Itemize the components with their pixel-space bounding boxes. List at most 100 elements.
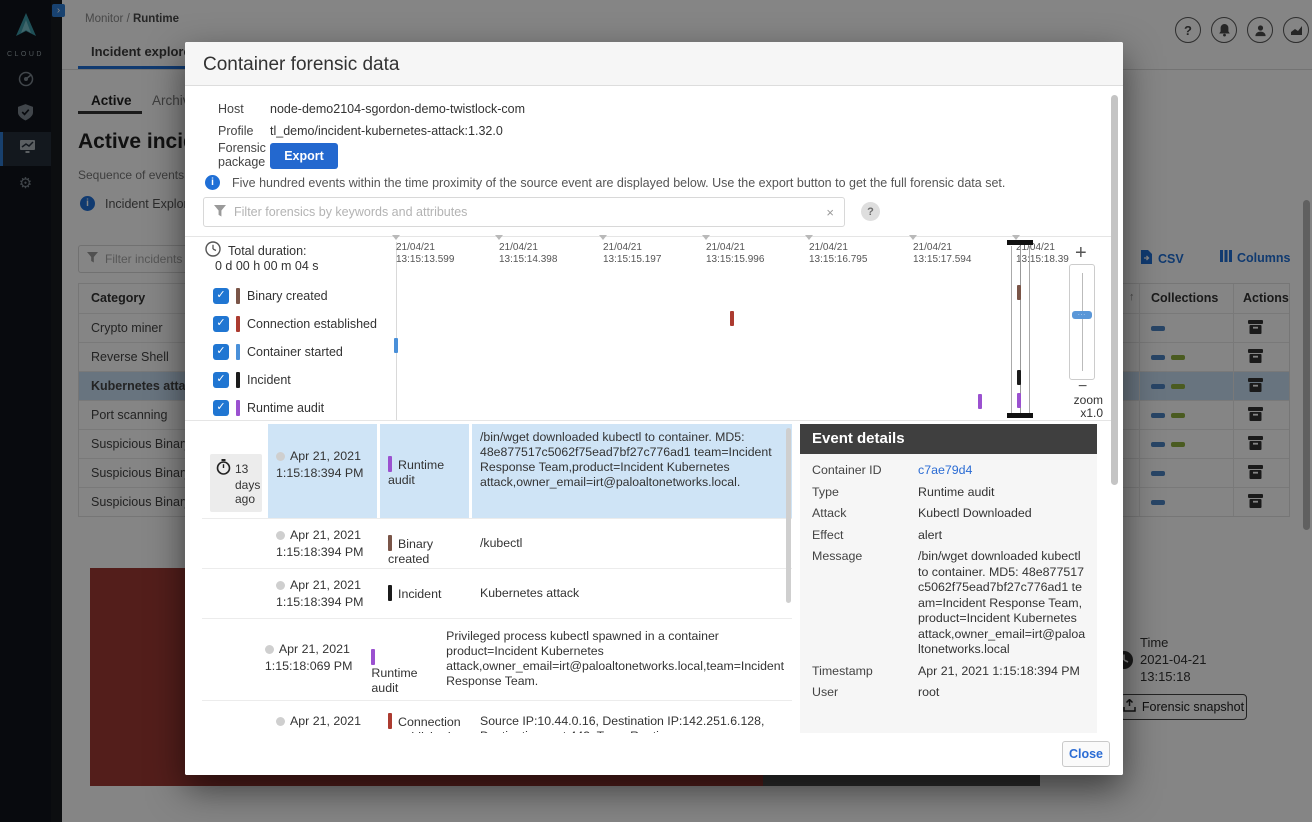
modal-info-text: Five hundred events within the time prox… [232, 176, 1005, 190]
app: CLOUD ⚙ › Monitor / Runtime Incident exp… [0, 0, 1312, 822]
event-type-chip [388, 585, 392, 601]
time-ago-badge: 13 days ago [210, 454, 262, 512]
detail-label: Message [812, 549, 918, 658]
event-type-chip [371, 649, 375, 665]
forensics-filter[interactable]: × [203, 197, 845, 227]
forensic-modal: Container forensic data Host node-demo21… [185, 42, 1123, 775]
duration-clock-icon [205, 241, 221, 260]
legend-color-chip [236, 400, 240, 416]
modal-title: Container forensic data [203, 54, 399, 76]
axis-tick: 21/04/2113:15:13.599 [396, 242, 454, 265]
modal-footer: Close [185, 733, 1123, 775]
tick-marker-icon [805, 235, 813, 240]
event-dot-icon [276, 717, 285, 726]
filter-help-icon[interactable]: ? [861, 202, 880, 221]
detail-label: Attack [812, 506, 918, 522]
legend-color-chip [236, 344, 240, 360]
axis-tick: 21/04/2113:15:14.398 [499, 242, 557, 265]
clear-filter-icon[interactable]: × [826, 205, 834, 220]
gridline [396, 242, 397, 420]
detail-label: Type [812, 485, 918, 501]
legend-incident[interactable]: ✓ Incident [213, 372, 291, 388]
event-row[interactable]: Apr 21, 2021 1:15:18:394 PM Binary creat… [202, 518, 792, 568]
export-button[interactable]: Export [270, 143, 338, 169]
info-icon: i [205, 175, 220, 190]
zoom-level-label: zoom x1.0 [1045, 394, 1107, 420]
detail-label: User [812, 685, 918, 701]
selection-center-line [1020, 246, 1021, 416]
event-row[interactable]: Apr 21, 2021 1:15:16:157 PM Connection e… [202, 700, 792, 733]
axis-tick: 21/04/2113:15:18.39 [1016, 242, 1069, 265]
container-id-link[interactable]: c7ae79d4 [918, 463, 1087, 479]
tick-marker-icon [392, 235, 400, 240]
modal-scrollbar[interactable] [1111, 95, 1118, 485]
duration-label: Total duration: [228, 244, 307, 258]
legend-color-chip [236, 372, 240, 388]
event-type-chip [388, 456, 392, 472]
selection-bottom-handle[interactable] [1007, 413, 1033, 418]
checkbox-checked[interactable]: ✓ [213, 372, 229, 388]
tick-marker-icon [702, 235, 710, 240]
checkbox-checked[interactable]: ✓ [213, 316, 229, 332]
host-value: node-demo2104-sgordon-demo-twistlock-com [270, 102, 525, 116]
selection-right-edge[interactable] [1029, 246, 1030, 416]
marker-runtime-audit[interactable] [1017, 393, 1021, 408]
event-dot-icon [265, 645, 274, 654]
legend-connection-established[interactable]: ✓ Connection established [213, 316, 377, 332]
axis-tick: 21/04/2113:15:16.795 [809, 242, 867, 265]
detail-label: Timestamp [812, 664, 918, 680]
event-row-selected[interactable]: 13 days ago Apr 21, 2021 1:15:18:394 PM … [202, 424, 792, 518]
zoom-in-button[interactable]: + [1075, 242, 1087, 265]
events-scrollbar[interactable] [786, 428, 791, 603]
stopwatch-icon [216, 459, 231, 478]
event-details-panel: Event details Container IDc7ae79d4 TypeR… [800, 424, 1097, 733]
detail-label: Container ID [812, 463, 918, 479]
duration-value: 0 d 00 h 00 m 04 s [215, 259, 319, 273]
event-row[interactable]: Apr 21, 2021 1:15:18:069 PM Runtime audi… [202, 618, 792, 700]
funnel-icon [214, 205, 226, 220]
event-type-chip [388, 713, 392, 729]
divider [185, 236, 1113, 237]
zoom-slider[interactable]: ... [1069, 264, 1095, 380]
legend-container-started[interactable]: ✓ Container started [213, 344, 343, 360]
event-dot-icon [276, 581, 285, 590]
axis-tick: 21/04/2113:15:15.197 [603, 242, 661, 265]
checkbox-checked[interactable]: ✓ [213, 288, 229, 304]
profile-label: Profile [218, 124, 253, 138]
divider [185, 420, 1113, 421]
selection-top-handle[interactable] [1007, 240, 1033, 245]
event-row[interactable]: Apr 21, 2021 1:15:18:394 PM Incident Kub… [202, 568, 792, 618]
profile-value: tl_demo/incident-kubernetes-attack:1.32.… [270, 124, 503, 138]
package-label: Forensicpackage [218, 141, 266, 169]
detail-label: Effect [812, 528, 918, 544]
total-duration-row: Total duration: [205, 241, 307, 260]
marker-binary-created[interactable] [1017, 285, 1021, 300]
checkbox-checked[interactable]: ✓ [213, 400, 229, 416]
close-button[interactable]: Close [1062, 741, 1110, 767]
events-list: 13 days ago Apr 21, 2021 1:15:18:394 PM … [202, 424, 792, 733]
selection-left-edge[interactable] [1011, 246, 1012, 416]
forensics-filter-input[interactable] [234, 205, 818, 219]
zoom-slider-thumb[interactable]: ... [1072, 311, 1092, 319]
marker-incident[interactable] [1017, 370, 1021, 385]
tick-marker-icon [495, 235, 503, 240]
tick-marker-icon [599, 235, 607, 240]
checkbox-checked[interactable]: ✓ [213, 344, 229, 360]
event-details-title: Event details [800, 424, 1097, 454]
modal-info-row: i Five hundred events within the time pr… [205, 175, 1085, 190]
event-dot-icon [276, 531, 285, 540]
event-type-chip [388, 535, 392, 551]
legend-color-chip [236, 288, 240, 304]
marker-runtime-audit[interactable] [978, 394, 982, 409]
marker-connection-established[interactable] [730, 311, 734, 326]
event-dot-icon [276, 452, 285, 461]
legend-runtime-audit[interactable]: ✓ Runtime audit [213, 400, 324, 416]
legend-color-chip [236, 316, 240, 332]
host-label: Host [218, 102, 244, 116]
tick-marker-icon [909, 235, 917, 240]
legend-binary-created[interactable]: ✓ Binary created [213, 288, 328, 304]
marker-container-started[interactable] [394, 338, 398, 353]
axis-tick: 21/04/2113:15:15.996 [706, 242, 764, 265]
timeline-plot[interactable]: 21/04/2113:15:13.599 21/04/2113:15:14.39… [390, 238, 1045, 420]
axis-tick: 21/04/2113:15:17.594 [913, 242, 971, 265]
